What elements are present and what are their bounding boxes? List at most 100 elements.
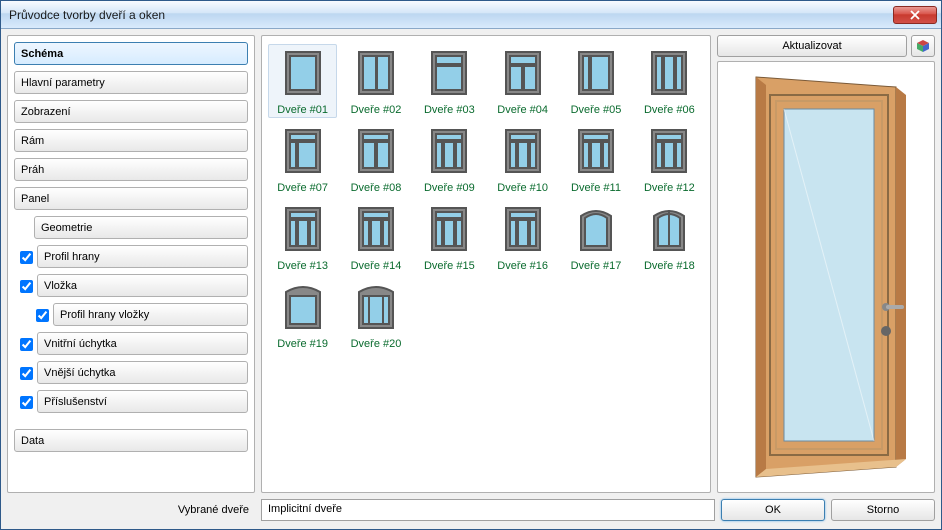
gallery-item-label: Dveře #02: [351, 104, 402, 116]
nav-inner-handle-row: Vnitřní úchytka: [14, 332, 248, 355]
nav-panel[interactable]: Panel: [14, 187, 248, 210]
door-thumb-icon: [642, 202, 696, 256]
nav-frame[interactable]: Rám: [14, 129, 248, 152]
gallery-item[interactable]: Dveře #16: [488, 200, 557, 274]
nav-data[interactable]: Data: [14, 429, 248, 452]
nav-inner-handle[interactable]: Vnitřní úchytka: [37, 332, 248, 355]
nav-accessories[interactable]: Příslušenství: [37, 390, 248, 413]
door-thumb-icon: [349, 124, 403, 178]
ok-button[interactable]: OK: [721, 499, 825, 521]
selected-door-value: Implicitní dveře: [261, 499, 715, 521]
nav-sub-geometry-wrap: Geometrie: [14, 216, 248, 239]
gallery-item[interactable]: Dveře #15: [415, 200, 484, 274]
door-thumb-icon: [642, 124, 696, 178]
nav-insert-edge[interactable]: Profil hrany vložky: [53, 303, 248, 326]
door-thumb-icon: [349, 280, 403, 334]
gallery-item[interactable]: Dveře #10: [488, 122, 557, 196]
gallery-item[interactable]: Dveře #12: [635, 122, 704, 196]
gallery-item-label: Dveře #03: [424, 104, 475, 116]
gallery-item-label: Dveře #08: [351, 182, 402, 194]
gallery-item-label: Dveře #01: [277, 104, 328, 116]
gallery-item[interactable]: Dveře #20: [341, 278, 410, 352]
gallery-item[interactable]: Dveře #11: [561, 122, 630, 196]
gallery-item-label: Dveře #14: [351, 260, 402, 272]
preview-column: Aktualizovat: [717, 35, 935, 493]
gallery-item[interactable]: Dveře #09: [415, 122, 484, 196]
gallery-grid: Dveře #01 Dveře #02 Dveře #03 Dveře #04 Dveř…: [268, 44, 704, 352]
door-3d-icon: [726, 67, 926, 487]
nav-accessories-row: Příslušenství: [14, 390, 248, 413]
nav-main-params[interactable]: Hlavní parametry: [14, 71, 248, 94]
gallery-item-label: Dveře #15: [424, 260, 475, 272]
close-icon: [910, 10, 920, 20]
titlebar: Průvodce tvorby dveří a oken: [1, 1, 941, 29]
gallery-item[interactable]: Dveře #06: [635, 44, 704, 118]
door-thumb-icon: [422, 202, 476, 256]
door-thumb-icon: [276, 46, 330, 100]
nav-threshold[interactable]: Práh: [14, 158, 248, 181]
door-thumb-icon: [422, 46, 476, 100]
gallery-item[interactable]: Dveře #05: [561, 44, 630, 118]
sidebar: Schéma Hlavní parametry Zobrazení Rám Pr…: [7, 35, 255, 493]
gallery-item[interactable]: Dveře #07: [268, 122, 337, 196]
gallery-item[interactable]: Dveře #17: [561, 200, 630, 274]
door-thumb-icon: [349, 46, 403, 100]
nav-schema[interactable]: Schéma: [14, 42, 248, 65]
door-thumb-icon: [569, 46, 623, 100]
nav-outer-handle-row: Vnější úchytka: [14, 361, 248, 384]
nav-geometry[interactable]: Geometrie: [34, 216, 248, 239]
footer: Vybrané dveře Implicitní dveře OK Storno: [7, 497, 935, 523]
gallery-item[interactable]: Dveře #18: [635, 200, 704, 274]
check-insert-edge[interactable]: [36, 309, 49, 322]
gallery-item-label: Dveře #04: [497, 104, 548, 116]
gallery-item[interactable]: Dveře #08: [341, 122, 410, 196]
nav-display[interactable]: Zobrazení: [14, 100, 248, 123]
check-outer-handle[interactable]: [20, 367, 33, 380]
check-accessories[interactable]: [20, 396, 33, 409]
window-title: Průvodce tvorby dveří a oken: [9, 8, 893, 22]
main-row: Schéma Hlavní parametry Zobrazení Rám Pr…: [7, 35, 935, 493]
door-thumb-icon: [496, 46, 550, 100]
gallery-item-label: Dveře #11: [571, 182, 621, 194]
cancel-button[interactable]: Storno: [831, 499, 935, 521]
check-insert[interactable]: [20, 280, 33, 293]
client-area: Schéma Hlavní parametry Zobrazení Rám Pr…: [1, 29, 941, 529]
nav-edge-profile-row: Profil hrany: [14, 245, 248, 268]
door-thumb-icon: [569, 202, 623, 256]
dialog-window: Průvodce tvorby dveří a oken Schéma Hlav…: [0, 0, 942, 530]
door-thumb-icon: [642, 46, 696, 100]
gallery-item[interactable]: Dveře #02: [341, 44, 410, 118]
color-cube-icon: [916, 39, 930, 53]
gallery-item-label: Dveře #09: [424, 182, 475, 194]
gallery-item-label: Dveře #20: [351, 338, 402, 350]
color-cube-button[interactable]: [911, 35, 935, 57]
gallery-item[interactable]: Dveře #04: [488, 44, 557, 118]
door-thumb-icon: [496, 124, 550, 178]
gallery-item-label: Dveře #05: [571, 104, 622, 116]
door-thumb-icon: [496, 202, 550, 256]
gallery: Dveře #01 Dveře #02 Dveře #03 Dveře #04 Dveř…: [261, 35, 711, 493]
update-button[interactable]: Aktualizovat: [717, 35, 907, 57]
nav-insert[interactable]: Vložka: [37, 274, 248, 297]
check-inner-handle[interactable]: [20, 338, 33, 351]
gallery-item-label: Dveře #10: [497, 182, 548, 194]
check-edge-profile[interactable]: [20, 251, 33, 264]
gallery-item-label: Dveře #13: [277, 260, 328, 272]
door-thumb-icon: [349, 202, 403, 256]
preview-3d[interactable]: [717, 61, 935, 493]
nav-insert-edge-row: Profil hrany vložky: [14, 303, 248, 326]
door-thumb-icon: [276, 124, 330, 178]
nav-outer-handle[interactable]: Vnější úchytka: [37, 361, 248, 384]
gallery-item[interactable]: Dveře #19: [268, 278, 337, 352]
close-button[interactable]: [893, 6, 937, 24]
gallery-item[interactable]: Dveře #03: [415, 44, 484, 118]
gallery-item-label: Dveře #17: [571, 260, 622, 272]
selected-door-label: Vybrané dveře: [7, 504, 255, 516]
gallery-item-label: Dveře #19: [277, 338, 328, 350]
gallery-item[interactable]: Dveře #13: [268, 200, 337, 274]
door-thumb-icon: [276, 280, 330, 334]
gallery-item-label: Dveře #06: [644, 104, 695, 116]
gallery-item[interactable]: Dveře #14: [341, 200, 410, 274]
gallery-item[interactable]: Dveře #01: [268, 44, 337, 118]
nav-edge-profile[interactable]: Profil hrany: [37, 245, 248, 268]
